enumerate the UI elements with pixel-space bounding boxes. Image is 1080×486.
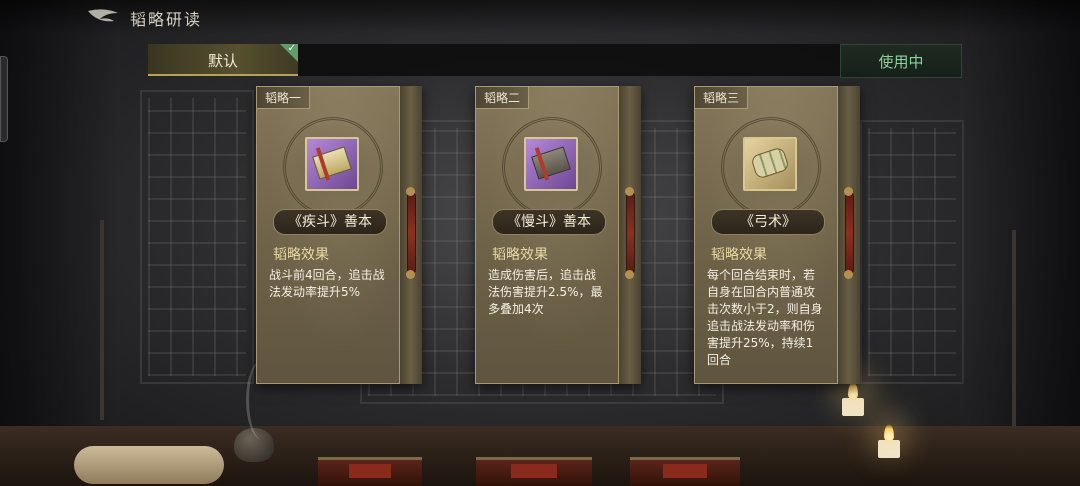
purple-book-icon[interactable] <box>305 137 359 191</box>
page-title: 韬略研读 <box>130 10 203 29</box>
in-use-button[interactable]: 使用中 <box>840 44 962 78</box>
desk-book <box>318 457 422 486</box>
strategy-card[interactable]: 韬略三 《弓术》 韬略效果 每个回合结束时，若自身在回合内普通攻击次数小于2，则… <box>694 86 860 384</box>
strategy-card[interactable]: 韬略二 《慢斗》善本 韬略效果 造成伤害后，追击战法伤害提升2.5%，最多叠加4… <box>475 86 641 384</box>
preset-tab-default[interactable]: 默认 ✓ <box>148 43 298 76</box>
desk-scroll <box>74 446 224 484</box>
candle <box>878 440 900 458</box>
rail-slot <box>406 187 416 279</box>
strategy-card[interactable]: 韬略一 《疾斗》善本 韬略效果 战斗前4回合，追击战法发动率提升5% <box>256 86 422 384</box>
scroll-bundle <box>750 146 790 180</box>
back-arrow-icon <box>88 9 118 22</box>
background-lattice-window <box>140 90 254 384</box>
background-curtain <box>960 0 1080 486</box>
effect-heading: 韬略效果 <box>711 247 767 263</box>
candelabra <box>1012 230 1016 430</box>
effect-description: 战斗前4回合，追击战法发动率提升5% <box>269 268 385 299</box>
desk-book <box>476 457 592 486</box>
card-side-rail <box>837 86 860 384</box>
card-slot-label: 韬略二 <box>476 87 530 109</box>
preset-tab-label: 默认 <box>207 52 238 70</box>
effect-description: 每个回合结束时，若自身在回合内普通攻击次数小于2，则自身追击战法发动率和伤害提升… <box>707 268 823 367</box>
candle-flame <box>848 382 858 400</box>
card-title: 《疾斗》善本 <box>273 209 387 235</box>
card-slot-label: 韬略三 <box>695 87 749 109</box>
card-side-rail <box>618 86 641 384</box>
candle <box>842 398 864 416</box>
gold-scroll-icon[interactable] <box>743 137 797 191</box>
candelabra <box>100 220 104 420</box>
card-side-rail <box>399 86 422 384</box>
side-drawer-handle[interactable] <box>0 56 8 142</box>
rail-slot <box>844 187 854 279</box>
top-bar: 韬略研读 <box>0 0 1080 34</box>
card-slot-label: 韬略一 <box>257 87 311 109</box>
rail-slot <box>625 187 635 279</box>
effect-heading: 韬略效果 <box>492 247 548 263</box>
back-button[interactable] <box>84 5 122 29</box>
card-title: 《弓术》 <box>711 209 825 235</box>
effect-heading: 韬略效果 <box>273 247 329 263</box>
background-lattice-window <box>860 120 964 384</box>
purple-book-icon[interactable] <box>524 137 578 191</box>
candle-flame <box>884 424 894 442</box>
in-use-label: 使用中 <box>878 53 924 71</box>
checkmark-icon: ✓ <box>287 43 296 54</box>
desk-book <box>630 457 740 486</box>
card-title: 《慢斗》善本 <box>492 209 606 235</box>
effect-description: 造成伤害后，追击战法伤害提升2.5%，最多叠加4次 <box>488 268 603 316</box>
